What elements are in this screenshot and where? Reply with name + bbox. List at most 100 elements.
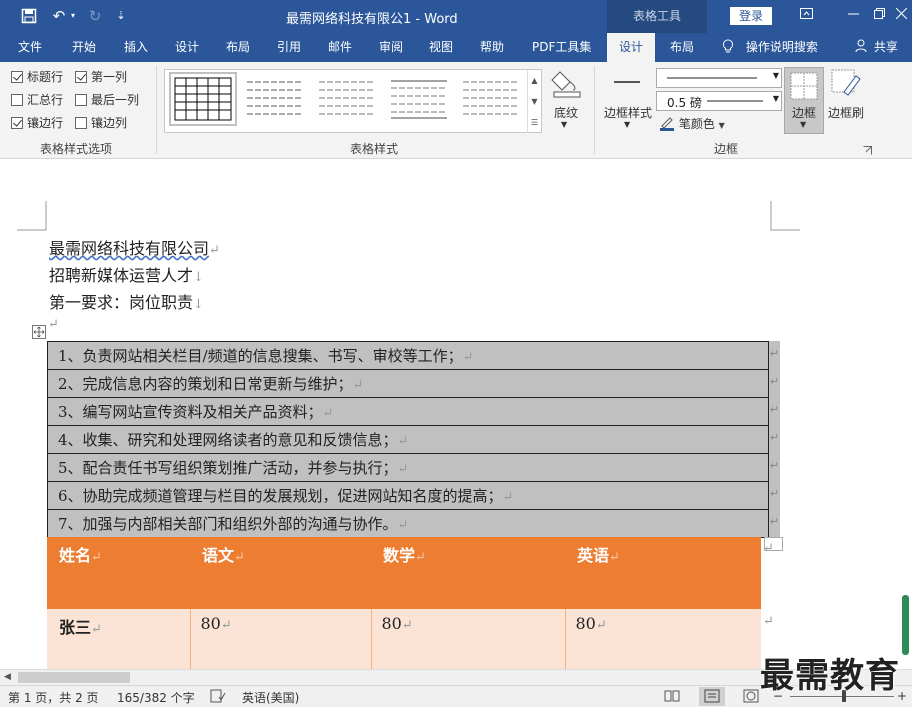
horizontal-scrollbar-thumb[interactable] [18,672,130,683]
header-cell-chinese[interactable]: 语文↵ [190,537,371,609]
tab-review[interactable]: 审阅 [379,33,403,62]
header-cell-math[interactable]: 数学↵ [371,537,565,609]
customize-quick-access-icon[interactable]: ⇣ [114,6,128,26]
duty-text: 5、配合责任书写组织策划推广活动，并参与执行； [58,459,398,477]
lightbulb-icon [722,39,738,54]
banded-columns-checkbox[interactable]: 镶边列 [75,115,127,131]
table-style-list-thumbnail[interactable] [389,76,449,122]
tab-help[interactable]: 帮助 [480,33,504,62]
table-style-grid-light-thumbnail[interactable] [317,76,377,122]
score-cell[interactable]: 80↵ [565,609,761,669]
tab-pdf-tools[interactable]: PDF工具集 [532,33,591,62]
close-icon[interactable] [890,7,912,25]
tab-view[interactable]: 视图 [429,33,453,62]
gallery-scroll-down[interactable]: ▼ [527,91,541,112]
document-title: 最需网络科技有限公1 - Word [286,12,458,27]
duty-cell[interactable]: 7、加强与内部相关部门和组织外部的沟通与协作。↵ [47,509,769,538]
line-style-dropdown[interactable]: ▼ [656,68,782,88]
restore-icon[interactable] [868,7,890,25]
borders-dialog-launcher-icon[interactable] [863,144,872,155]
borders-icon [790,72,818,100]
table-move-handle-icon[interactable] [32,325,46,339]
tab-home[interactable]: 开始 [72,33,96,62]
cell-end-mark: ↵ [415,550,426,565]
header-row-check-mark [11,71,23,83]
border-painter-button[interactable]: 边框刷 [826,68,866,134]
share-button[interactable]: 共享 [855,33,898,62]
vertical-scrollbar-thumb[interactable] [902,595,909,655]
table-style-list-dark-thumbnail[interactable] [461,76,521,122]
shading-button[interactable]: 底纹 ▼ [548,68,586,134]
page-count[interactable]: 第 1 页，共 2 页 [8,689,99,706]
tab-table-layout[interactable]: 布局 [670,33,694,62]
tab-insert[interactable]: 插入 [124,33,148,62]
first-column-checkbox[interactable]: 第一列 [75,69,127,85]
recruit-text: 招聘新媒体运营人才 [49,266,194,285]
ribbon-display-options-icon[interactable] [795,7,817,25]
row-end-mark: ↵ [769,431,780,445]
tell-me-label: 操作说明搜索 [745,40,818,54]
header-row-checkbox[interactable]: 标题行 [11,69,63,85]
duty-cell[interactable]: 2、完成信息内容的策划和日常更新与维护；↵ [47,369,769,398]
minimize-icon[interactable] [842,7,864,25]
duty-text: 7、加强与内部相关部门和组织外部的沟通与协作。 [58,515,398,533]
chevron-down-icon: ▼ [624,120,631,129]
print-layout-icon[interactable] [699,687,725,706]
tab-mailings[interactable]: 邮件 [328,33,352,62]
gallery-more[interactable]: ☰ [527,112,541,133]
login-button[interactable]: 登录 [730,7,772,25]
borders-button[interactable]: 边框 ▼ [784,67,824,134]
document-area[interactable]: 最需网络科技有限公司↵ 招聘新媒体运营人才↓ 第一要求：岗位职责↓ ↵ 1、负责… [0,159,912,669]
row-end-mark: ↵ [769,375,780,389]
score-value: 80 [200,614,221,633]
proofing-icon[interactable] [210,689,226,706]
banded-columns-check-mark [75,117,87,129]
duty-cell[interactable]: 4、收集、研究和处理网络读者的意见和反馈信息；↵ [47,425,769,454]
border-styles-button[interactable]: 边框样式 ▼ [602,68,652,134]
tab-references[interactable]: 引用 [277,33,301,62]
pen-color-button[interactable]: 笔颜色 ▼ [659,115,729,133]
score-cell[interactable]: 80↵ [190,609,372,669]
undo-dropdown-icon[interactable]: ▾ [68,6,78,26]
table-style-grid-thumbnail[interactable] [169,72,237,126]
web-layout-icon[interactable] [743,689,759,706]
score-table: 姓名↵ 语文↵ 数学↵ 英语↵ 张三↵ 80↵ 80↵ 80↵ [47,537,761,669]
tab-table-design[interactable]: 设计 [607,33,655,62]
table-style-plain-thumbnail[interactable] [245,76,305,122]
last-column-checkbox[interactable]: 最后一列 [75,92,139,108]
tab-design[interactable]: 设计 [175,33,199,62]
row-end-mark: ↵ [763,614,774,629]
read-mode-icon[interactable] [664,689,680,706]
company-name-text: 最需网络科技有限公司 [49,239,210,258]
cell-end-mark: ↵ [502,490,514,505]
duty-cell[interactable]: 3、编写网站宣传资料及相关产品资料；↵ [47,397,769,426]
score-cell-name[interactable]: 张三↵ [47,609,191,669]
header-cell-english[interactable]: 英语↵ [565,537,761,609]
header-english-text: 英语 [577,546,610,565]
duty-cell[interactable]: 1、负责网站相关栏目/频道的信息搜集、书写、审校等工作；↵ [47,341,769,370]
gallery-scroll-up[interactable]: ▲ [527,70,541,91]
header-cell-name[interactable]: 姓名↵ [47,537,190,609]
word-count[interactable]: 165/382 个字 [117,689,195,706]
duty-cell[interactable]: 6、协助完成频道管理与栏目的发展规划，促进网站知名度的提高；↵ [47,481,769,510]
line-weight-preview [707,100,763,102]
language-indicator[interactable]: 英语(美国) [242,689,299,706]
redo-icon[interactable]: ↻ [84,6,106,26]
tell-me-search[interactable]: 操作说明搜索 [722,33,818,62]
line-weight-dropdown[interactable]: 0.5 磅 ▼ [656,91,782,111]
line-break-mark: ↓ [193,270,204,285]
cell-end-mark: ↵ [91,550,102,565]
banded-rows-label: 镶边行 [27,116,64,130]
table-row: 2、完成信息内容的策划和日常更新与维护；↵ [47,369,769,398]
undo-icon[interactable]: ↶ [48,6,70,26]
banded-rows-checkbox[interactable]: 镶边行 [11,115,63,131]
header-chinese-text: 语文 [202,546,235,565]
duty-cell[interactable]: 5、配合责任书写组织策划推广活动，并参与执行；↵ [47,453,769,482]
total-row-checkbox[interactable]: 汇总行 [11,92,63,108]
save-icon[interactable] [18,6,40,26]
tab-layout[interactable]: 布局 [226,33,250,62]
banded-columns-label: 镶边列 [91,116,128,130]
score-cell[interactable]: 80↵ [371,609,566,669]
tab-file[interactable]: 文件 [18,33,42,62]
scroll-left-icon[interactable]: ◀ [4,672,11,682]
